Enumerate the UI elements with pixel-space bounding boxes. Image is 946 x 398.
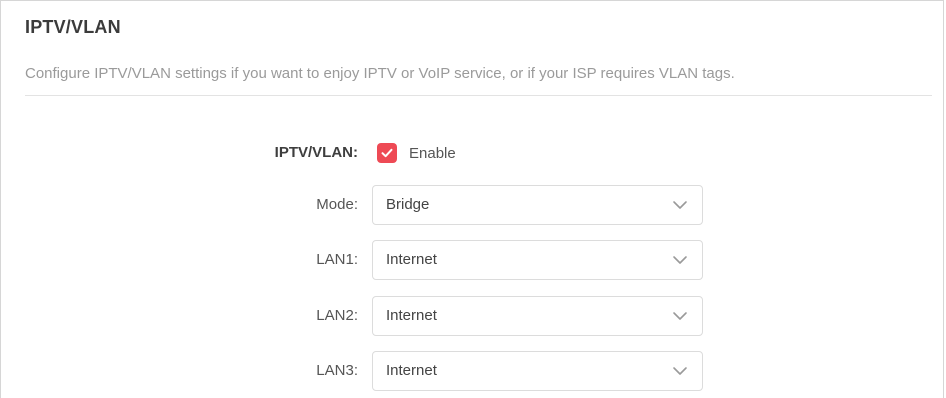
divider: [25, 95, 932, 96]
chevron-down-icon: [673, 256, 687, 264]
iptv-vlan-row: IPTV/VLAN: Enable: [1, 133, 945, 173]
chevron-down-icon: [673, 367, 687, 375]
section-title: IPTV/VLAN: [25, 17, 121, 37]
mode-label: Mode:: [316, 196, 358, 213]
mode-select[interactable]: Bridge: [372, 185, 703, 225]
iptv-vlan-panel: IPTV/VLAN Configure IPTV/VLAN settings i…: [0, 0, 944, 398]
lan1-select[interactable]: Internet: [372, 240, 703, 280]
enable-label: Enable: [409, 144, 456, 162]
lan2-select-value: Internet: [386, 307, 437, 324]
lan1-row: LAN1: Internet: [1, 240, 945, 280]
lan3-select[interactable]: Internet: [372, 351, 703, 391]
mode-select-value: Bridge: [386, 196, 430, 213]
mode-row: Mode: Bridge: [1, 185, 945, 225]
chevron-down-icon: [673, 201, 687, 209]
lan1-select-value: Internet: [386, 251, 437, 268]
lan2-row: LAN2: Internet: [1, 296, 945, 336]
iptv-vlan-label: IPTV/VLAN:: [274, 144, 358, 161]
lan3-select-value: Internet: [386, 362, 437, 379]
enable-checkbox[interactable]: Enable: [377, 133, 456, 173]
chevron-down-icon: [673, 312, 687, 320]
lan3-row: LAN3: Internet: [1, 351, 945, 391]
lan2-select[interactable]: Internet: [372, 296, 703, 336]
checkmark-icon[interactable]: [377, 143, 397, 163]
lan3-label: LAN3:: [316, 362, 358, 379]
lan1-label: LAN1:: [316, 251, 358, 268]
section-description: Configure IPTV/VLAN settings if you want…: [25, 65, 735, 82]
lan2-label: LAN2:: [316, 307, 358, 324]
